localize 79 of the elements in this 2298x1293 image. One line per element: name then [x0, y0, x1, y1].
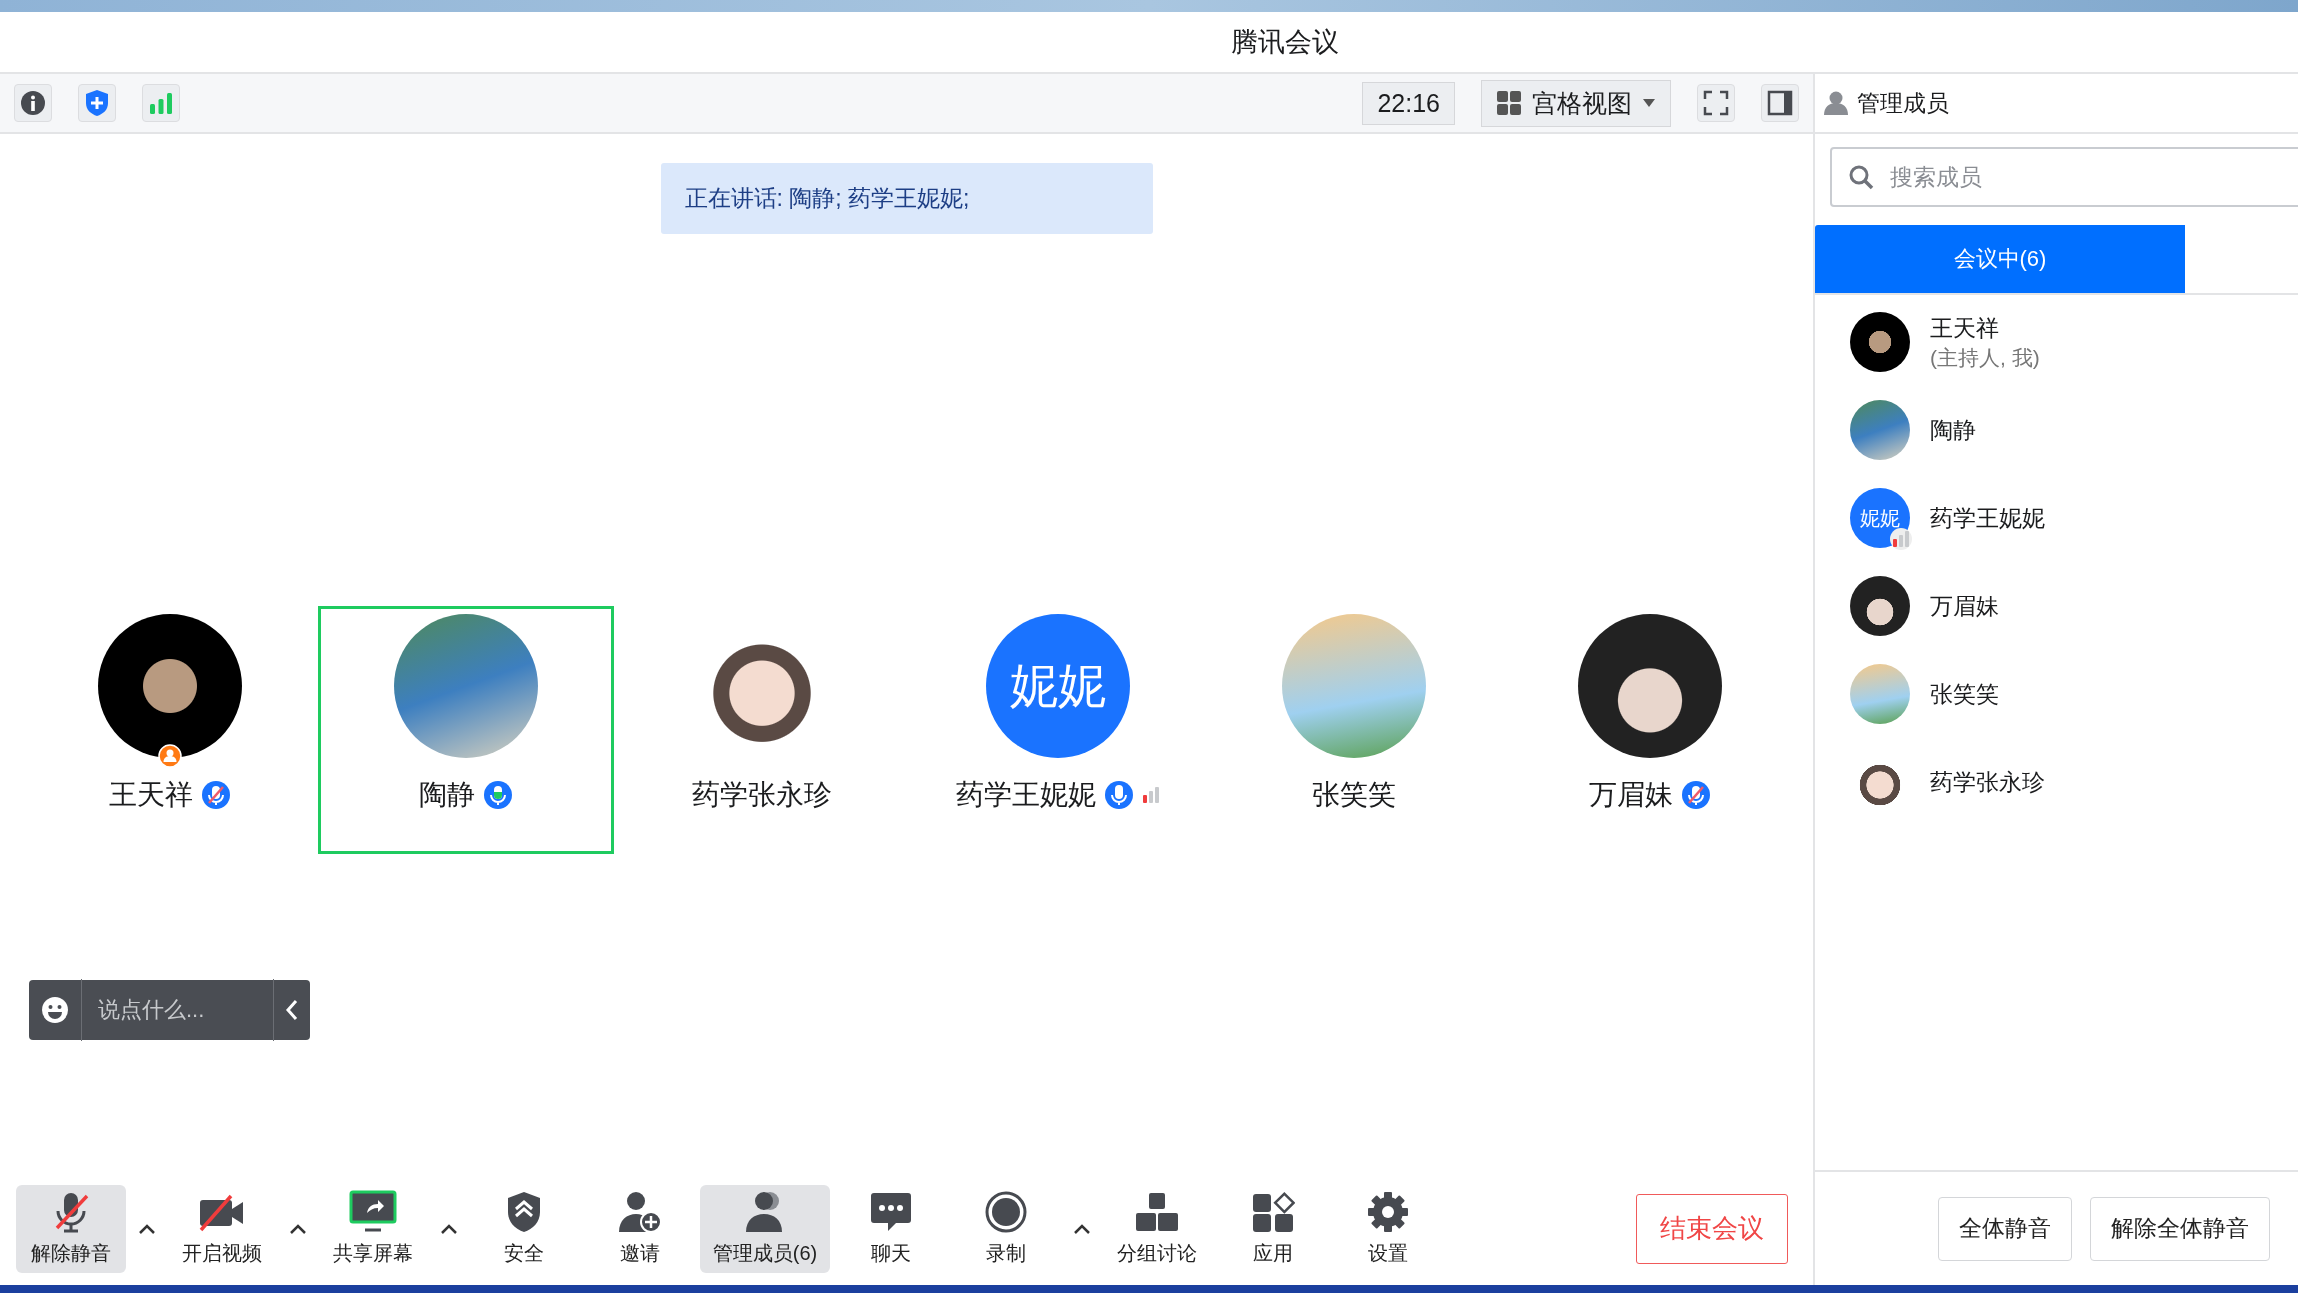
info-icon [20, 90, 46, 116]
person-icon [1823, 90, 1849, 116]
mute-control-button[interactable]: 解除全体静音 [2090, 1196, 2270, 1261]
sidebar-toggle-button[interactable] [1761, 84, 1799, 122]
photo-placeholder [1850, 400, 1910, 460]
member-name: 陶静 [1930, 415, 1976, 445]
photo-placeholder [1850, 664, 1910, 724]
toolbar-button[interactable]: 应用 [1217, 1184, 1328, 1273]
member-name: 张笑笑 [1930, 679, 1999, 709]
add-person-icon [616, 1189, 663, 1234]
participant-name: 药学张永珍 [692, 778, 832, 812]
record-icon [984, 1189, 1028, 1234]
participant-name: 张笑笑 [1312, 778, 1396, 812]
toolbar-button[interactable]: 聊天 [835, 1184, 946, 1273]
chat-input-field[interactable]: 说点什么... [29, 980, 310, 1040]
toolbar-button[interactable]: 开启视频 [167, 1184, 277, 1273]
search-input[interactable]: 搜索成员 [1888, 162, 2298, 192]
share-screen-icon [348, 1189, 398, 1234]
window-title: 腾讯会议 [1231, 26, 1339, 59]
info-button[interactable] [14, 84, 52, 122]
toolbar-button[interactable]: 分组讨论 [1102, 1184, 1212, 1273]
participant-tile[interactable]: 药学张永珍 [614, 606, 910, 854]
toolbar-button[interactable]: 邀请 [584, 1184, 695, 1273]
toolbar-button[interactable]: 管理成员(6) [700, 1184, 830, 1273]
member-name: 药学张永珍 [1930, 767, 2045, 797]
shield-icon [84, 89, 110, 117]
toolbar-button[interactable]: 设置 [1333, 1184, 1443, 1273]
fullscreen-button[interactable] [1697, 84, 1735, 122]
side-panel-icon [1767, 90, 1793, 116]
meeting-time: 22:16 [1362, 81, 1455, 125]
smiley-icon [41, 996, 69, 1024]
chevron-left-icon [285, 999, 299, 1021]
caret-up-icon [137, 1222, 156, 1235]
apps-icon [1250, 1189, 1295, 1234]
members-tab[interactable]: 会议中(6) [1815, 225, 2185, 293]
settings-icon [1366, 1189, 1410, 1234]
end-meeting-button[interactable]: 结束会议 [1636, 1193, 1788, 1264]
signal-bars-icon [149, 91, 173, 115]
search-icon [1848, 164, 1874, 190]
toolbar-button[interactable]: 安全 [469, 1184, 579, 1273]
participant-name: 陶静 [419, 778, 475, 812]
participant-tile[interactable]: 王天祥 [22, 606, 318, 854]
participant-tile[interactable]: 张笑笑 [1206, 606, 1502, 854]
muted-microphone-icon [1681, 780, 1711, 810]
signal-bars-icon [1142, 786, 1160, 804]
microphone-icon [1104, 780, 1134, 810]
fullscreen-icon [1703, 90, 1729, 116]
muted-microphone-icon [201, 780, 231, 810]
photo-placeholder [1850, 576, 1910, 636]
speaking-microphone-icon [483, 780, 513, 810]
grid-icon [1496, 90, 1522, 116]
member-role: (主持人, 我) [1930, 344, 2040, 371]
initials-avatar: 妮妮 [986, 614, 1130, 758]
panel-title: 管理成员 [1857, 88, 1949, 118]
participant-name: 万眉妹 [1589, 778, 1673, 812]
member-name: 药学王妮妮 [1930, 503, 2045, 533]
initials-avatar: 妮妮 [1850, 488, 1910, 548]
member-name: 万眉妹 [1930, 591, 1999, 621]
participant-name: 王天祥 [109, 778, 193, 812]
security-button[interactable] [78, 84, 116, 122]
caret-up-icon [1072, 1222, 1091, 1235]
toolbar-button[interactable]: 录制 [951, 1184, 1061, 1273]
view-dropdown[interactable]: 宫格视图 [1481, 79, 1671, 127]
participant-tile[interactable]: 陶静 [318, 606, 614, 854]
chat-input-field[interactable]: 说点什么... [81, 979, 274, 1041]
dropdown-arrow-icon [1642, 98, 1656, 108]
mute-control-button[interactable]: 全体静音 [1938, 1196, 2072, 1261]
participant-name: 药学王妮妮 [956, 778, 1096, 812]
participant-tile[interactable]: 万眉妹 [1502, 606, 1798, 854]
signal-bars-icon [1892, 530, 1910, 548]
participant-tile[interactable]: 妮妮 药学王妮妮 [910, 606, 1206, 854]
photo-placeholder [1850, 312, 1910, 372]
search-field[interactable]: 搜索成员 [1830, 147, 2298, 207]
toolbar-button[interactable]: 共享屏幕 [318, 1184, 428, 1273]
caret-up-icon [439, 1222, 458, 1235]
toolbar-button[interactable]: 解除静音 [16, 1184, 126, 1273]
caret-up-icon [288, 1222, 307, 1235]
member-name: 王天祥 [1930, 313, 2000, 343]
speaking-banner: 正在讲话: 陶静; 药学王妮妮; [660, 163, 1153, 234]
